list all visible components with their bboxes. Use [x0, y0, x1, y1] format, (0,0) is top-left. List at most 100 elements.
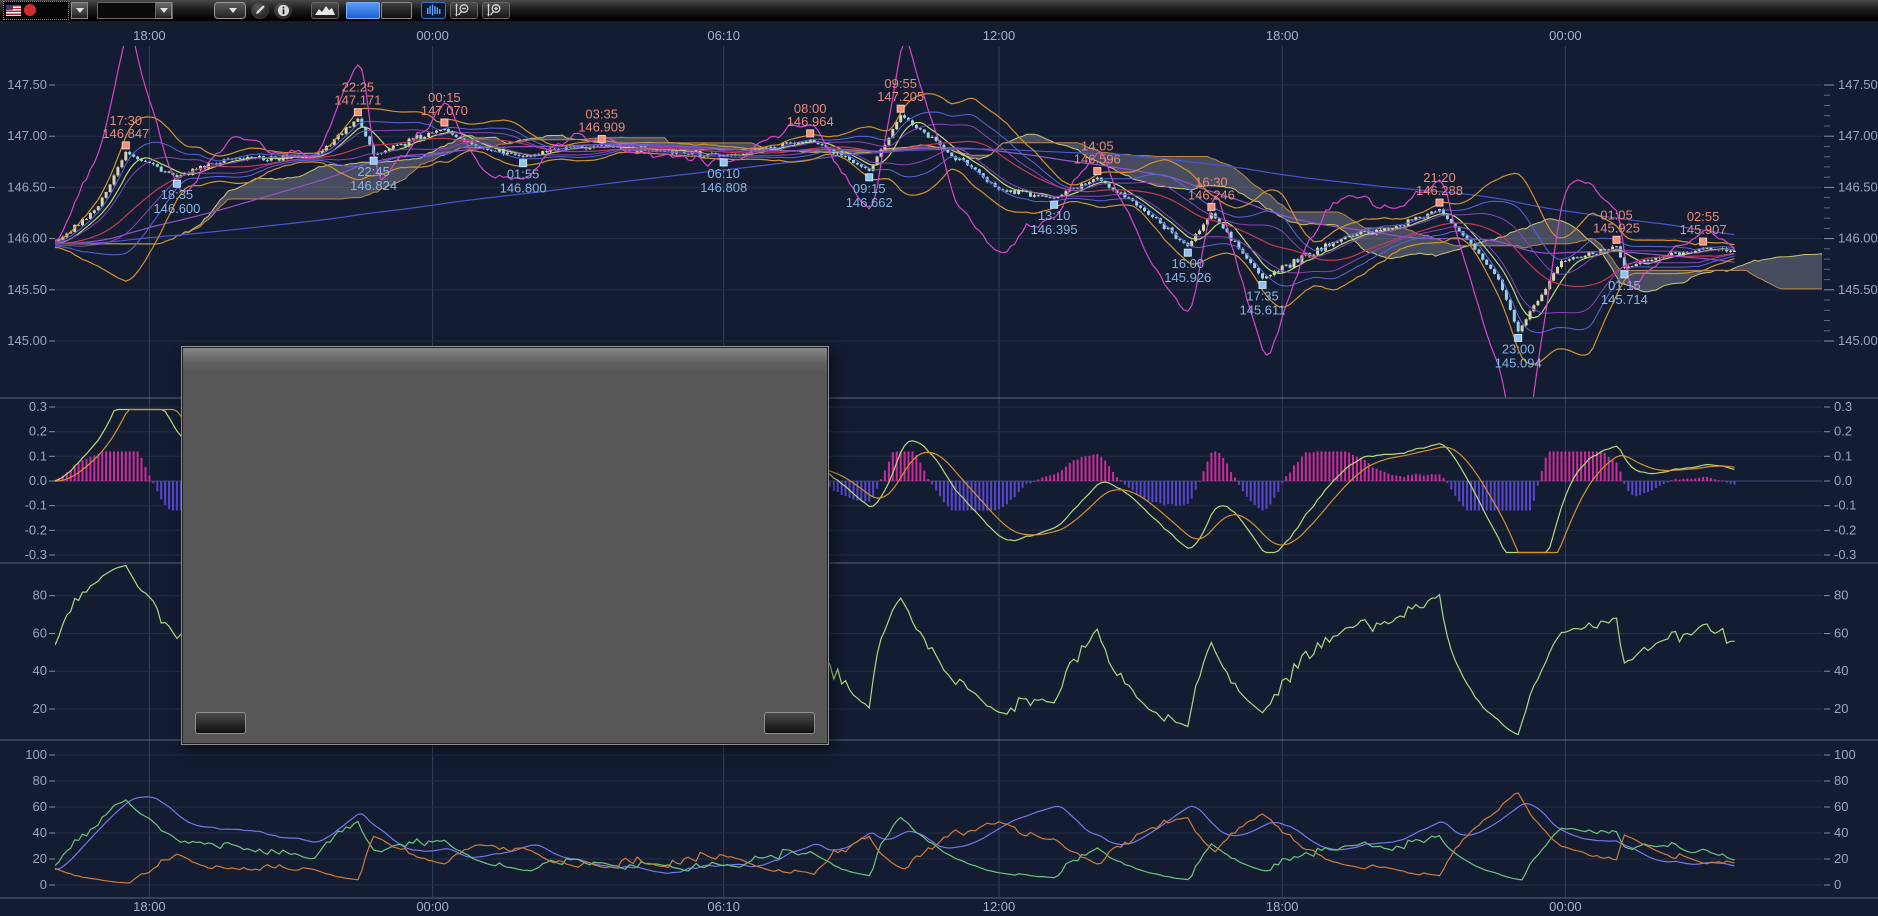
svg-text:146.824: 146.824 [350, 178, 397, 193]
svg-text:06:10: 06:10 [707, 28, 740, 43]
svg-text:0.0: 0.0 [29, 473, 47, 488]
timeframe-select[interactable] [97, 2, 173, 19]
ichimoku-cloud [55, 134, 1837, 291]
svg-text:00:00: 00:00 [1549, 899, 1582, 914]
svg-text:147.00: 147.00 [1838, 128, 1878, 143]
technical-select-button[interactable] [214, 2, 246, 19]
svg-text:01:55: 01:55 [507, 167, 540, 182]
svg-text:40: 40 [33, 825, 47, 840]
svg-text:146.964: 146.964 [787, 114, 834, 129]
svg-text:0.3: 0.3 [29, 399, 47, 414]
svg-text:40: 40 [1834, 663, 1848, 678]
svg-text:145.00: 145.00 [1838, 333, 1878, 348]
svg-text:09:15: 09:15 [853, 181, 886, 196]
svg-text:0.1: 0.1 [29, 448, 47, 463]
bid-toggle-button[interactable] [346, 2, 380, 19]
ask-toggle-button[interactable] [381, 2, 412, 19]
svg-text:145.925: 145.925 [1593, 220, 1640, 235]
svg-text:-0.3: -0.3 [1834, 547, 1856, 562]
tick-chart-button[interactable] [421, 2, 446, 19]
chart-style-button[interactable] [311, 2, 339, 19]
svg-text:145.094: 145.094 [1495, 355, 1542, 370]
svg-text:20: 20 [33, 701, 47, 716]
draw-tool-button[interactable] [251, 1, 269, 19]
timeframe-dropdown-button[interactable] [155, 2, 172, 19]
svg-text:00:00: 00:00 [416, 899, 449, 914]
currency-pair-dropdown-button[interactable] [71, 2, 88, 19]
time-axis-bottom: 18:0000:0006:1012:0018:0000:00 [133, 899, 1582, 914]
older-news-button[interactable] [195, 712, 246, 734]
svg-text:80: 80 [33, 588, 47, 603]
svg-text:145.50: 145.50 [1838, 282, 1878, 297]
newer-news-button[interactable] [764, 712, 815, 734]
zoom-out-button[interactable] [450, 2, 478, 19]
svg-text:20: 20 [1834, 851, 1848, 866]
time-axis-top: 18:0000:0006:1012:0018:0000:00 [133, 28, 1582, 43]
news-dialog-body [183, 373, 827, 743]
svg-text:145.714: 145.714 [1601, 292, 1648, 307]
svg-text:147.171: 147.171 [334, 93, 381, 108]
svg-text:146.662: 146.662 [846, 195, 893, 210]
svg-text:147.205: 147.205 [877, 89, 924, 104]
svg-text:146.909: 146.909 [578, 120, 625, 135]
svg-text:100: 100 [1834, 747, 1856, 762]
svg-text:22:45: 22:45 [357, 164, 390, 179]
svg-text:12:00: 12:00 [983, 899, 1016, 914]
svg-text:18:00: 18:00 [1266, 899, 1299, 914]
zoom-out-icon [454, 3, 474, 17]
fx-chart-app: 18:0000:0006:1012:0018:0000:0018:0000:00… [0, 0, 1878, 916]
svg-text:146.800: 146.800 [500, 181, 547, 196]
svg-text:0.1: 0.1 [1834, 448, 1852, 463]
us-flag-icon [6, 5, 21, 16]
zoom-in-icon [486, 3, 506, 17]
japan-flag-icon [24, 4, 36, 16]
svg-text:-0.2: -0.2 [25, 522, 47, 537]
svg-text:100: 100 [25, 747, 47, 762]
currency-pair-select[interactable] [3, 1, 69, 20]
info-button[interactable] [274, 1, 292, 19]
svg-text:0.3: 0.3 [1834, 399, 1852, 414]
svg-text:145.00: 145.00 [7, 333, 47, 348]
mountain-chart-icon [315, 5, 335, 15]
chevron-down-icon [76, 8, 84, 13]
svg-text:0.2: 0.2 [29, 424, 47, 439]
svg-text:146.288: 146.288 [1416, 183, 1463, 198]
svg-text:145.50: 145.50 [7, 282, 47, 297]
svg-text:18:00: 18:00 [133, 899, 166, 914]
svg-text:146.808: 146.808 [700, 180, 747, 195]
chevron-down-icon [229, 8, 237, 13]
svg-text:60: 60 [33, 626, 47, 641]
svg-text:80: 80 [1834, 773, 1848, 788]
zoom-in-button[interactable] [482, 2, 510, 19]
svg-text:146.246: 146.246 [1188, 187, 1235, 202]
svg-text:146.00: 146.00 [7, 231, 47, 246]
svg-text:146.50: 146.50 [1838, 179, 1878, 194]
svg-text:145.926: 145.926 [1164, 270, 1211, 285]
dmi-layer [55, 793, 1735, 883]
svg-text:00:00: 00:00 [416, 28, 449, 43]
svg-text:60: 60 [33, 799, 47, 814]
svg-text:147.00: 147.00 [7, 128, 47, 143]
svg-text:146.395: 146.395 [1031, 222, 1078, 237]
svg-text:0: 0 [1834, 877, 1841, 892]
svg-text:00:00: 00:00 [1549, 28, 1582, 43]
svg-text:16:00: 16:00 [1172, 256, 1205, 271]
svg-text:0.2: 0.2 [1834, 424, 1852, 439]
pencil-icon [254, 4, 266, 16]
toolbar [0, 0, 1878, 21]
svg-text:18:35: 18:35 [161, 187, 194, 202]
svg-text:13:10: 13:10 [1038, 208, 1071, 223]
svg-text:80: 80 [33, 773, 47, 788]
news-dialog-titlebar[interactable] [183, 348, 827, 373]
news-dialog [182, 347, 828, 744]
svg-text:-0.1: -0.1 [25, 498, 47, 513]
svg-text:-0.1: -0.1 [1834, 498, 1856, 513]
svg-text:-0.2: -0.2 [1834, 522, 1856, 537]
svg-text:12:00: 12:00 [983, 28, 1016, 43]
annotations-layer: 17:30146.84718:35146.60022:25147.17122:4… [102, 76, 1726, 370]
svg-text:60: 60 [1834, 799, 1848, 814]
price-axis-left: 147.50147.00146.50146.00145.50145.00 [7, 77, 55, 348]
svg-text:01:15: 01:15 [1608, 278, 1641, 293]
info-icon [277, 4, 290, 17]
svg-text:0.0: 0.0 [1834, 473, 1852, 488]
